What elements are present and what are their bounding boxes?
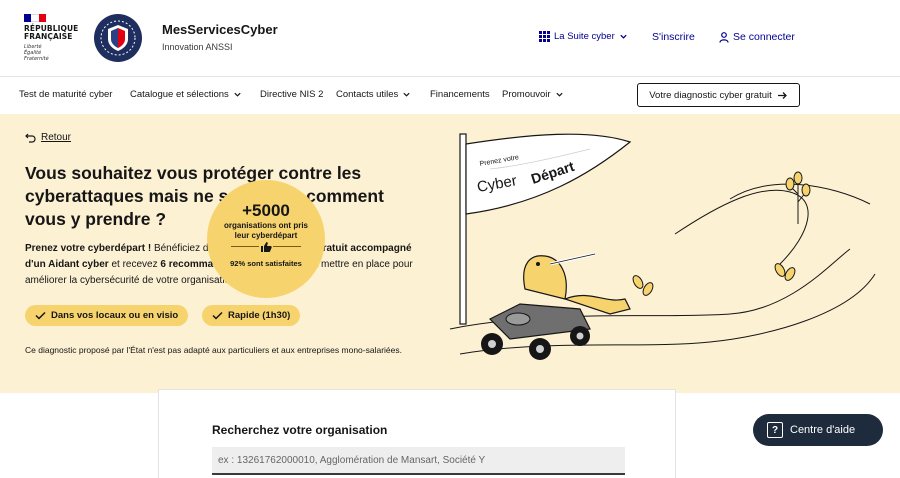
thumbs-up-icon <box>207 241 325 255</box>
site-subtitle: Innovation ANSSI <box>162 42 233 52</box>
chevron-down-icon <box>403 92 410 97</box>
nav-item-label: Directive NIS 2 <box>260 89 324 100</box>
stat-satisfaction: 92% sont satisfaites <box>230 259 302 268</box>
cyber-depart-illustration: Prenez votre Cyber Départ <box>449 133 876 360</box>
suite-cyber-menu[interactable]: La Suite cyber <box>539 31 628 42</box>
check-icon <box>212 311 223 320</box>
main-navigation: Test de maturité cyber Catalogue et séle… <box>0 76 900 114</box>
search-label: Recherchez votre organisation <box>212 423 388 437</box>
suite-cyber-label: La Suite cyber <box>554 31 615 42</box>
nav-item-test-maturite[interactable]: Test de maturité cyber <box>19 89 112 100</box>
back-label: Retour <box>41 132 72 143</box>
help-question-icon: ? <box>767 422 783 438</box>
chevron-down-icon <box>620 34 627 39</box>
header: RÉPUBLIQUE FRANÇAISE Liberté Égalité Fra… <box>0 0 900 76</box>
nav-item-label: Financements <box>430 89 490 100</box>
disclaimer-text: Ce diagnostic proposé par l'État n'est p… <box>25 345 402 355</box>
free-diagnostic-button[interactable]: Votre diagnostic cyber gratuit <box>637 83 800 107</box>
grid-icon <box>539 31 550 42</box>
login-label: Se connecter <box>733 31 795 43</box>
free-diagnostic-label: Votre diagnostic cyber gratuit <box>649 89 772 101</box>
stat-label: organisations ont pris leur cyberdépart <box>223 221 308 240</box>
leaves-decoration <box>632 263 796 296</box>
nav-item-catalogue[interactable]: Catalogue et sélections <box>130 89 242 100</box>
nav-item-nis2[interactable]: Directive NIS 2 <box>260 89 323 100</box>
hero-section: Retour Vous souhaitez vous protéger cont… <box>0 114 900 393</box>
back-arrow-icon <box>25 133 36 143</box>
nav-item-label: Contacts utiles <box>336 89 399 100</box>
back-link[interactable]: Retour <box>25 132 71 143</box>
arrow-right-icon <box>777 91 787 99</box>
intro-text-2: et recevez <box>108 259 161 270</box>
help-center-button[interactable]: ? Centre d'aide <box>753 414 883 446</box>
nav-item-contacts[interactable]: Contacts utiles <box>336 89 411 100</box>
nav-item-financements[interactable]: Financements <box>430 89 490 100</box>
marianne-flag-icon <box>24 14 46 22</box>
tree-icon <box>785 171 811 224</box>
tag-label: Dans vos locaux ou en visio <box>51 310 179 321</box>
search-organisation-card: Recherchez votre organisation <box>158 389 676 478</box>
stat-value: +5000 <box>242 201 290 220</box>
chevron-down-icon <box>234 92 241 97</box>
nav-item-label: Catalogue et sélections <box>130 89 229 100</box>
nav-item-label: Promouvoir <box>502 89 551 100</box>
republique-motto: Liberté Égalité Fraternité <box>24 44 49 62</box>
chevron-down-icon <box>555 92 563 97</box>
republique-francaise-text: RÉPUBLIQUE FRANÇAISE <box>24 24 79 41</box>
nav-item-promouvoir[interactable]: Promouvoir <box>502 89 564 100</box>
login-link[interactable]: Se connecter <box>719 31 795 43</box>
kart-character <box>481 252 631 360</box>
tag-location: Dans vos locaux ou en visio <box>25 305 189 326</box>
search-organisation-input[interactable] <box>212 447 625 475</box>
nav-item-label: Test de maturité cyber <box>19 89 113 100</box>
intro-bold-1: Prenez votre cyberdépart ! <box>25 243 152 254</box>
help-label: Centre d'aide <box>790 424 856 436</box>
site-title[interactable]: MesServicesCyber <box>162 22 278 37</box>
user-icon <box>719 31 729 43</box>
tag-label: Rapide (1h30) <box>228 310 291 321</box>
check-icon <box>35 311 46 320</box>
stats-badge: +5000 organisations ont pris leur cyberd… <box>207 180 325 298</box>
tag-duration: Rapide (1h30) <box>202 305 301 326</box>
republique-francaise-logo[interactable]: RÉPUBLIQUE FRANÇAISE Liberté Égalité Fra… <box>24 14 80 64</box>
register-link[interactable]: S'inscrire <box>652 31 695 43</box>
anssi-logo-icon[interactable] <box>94 14 142 62</box>
